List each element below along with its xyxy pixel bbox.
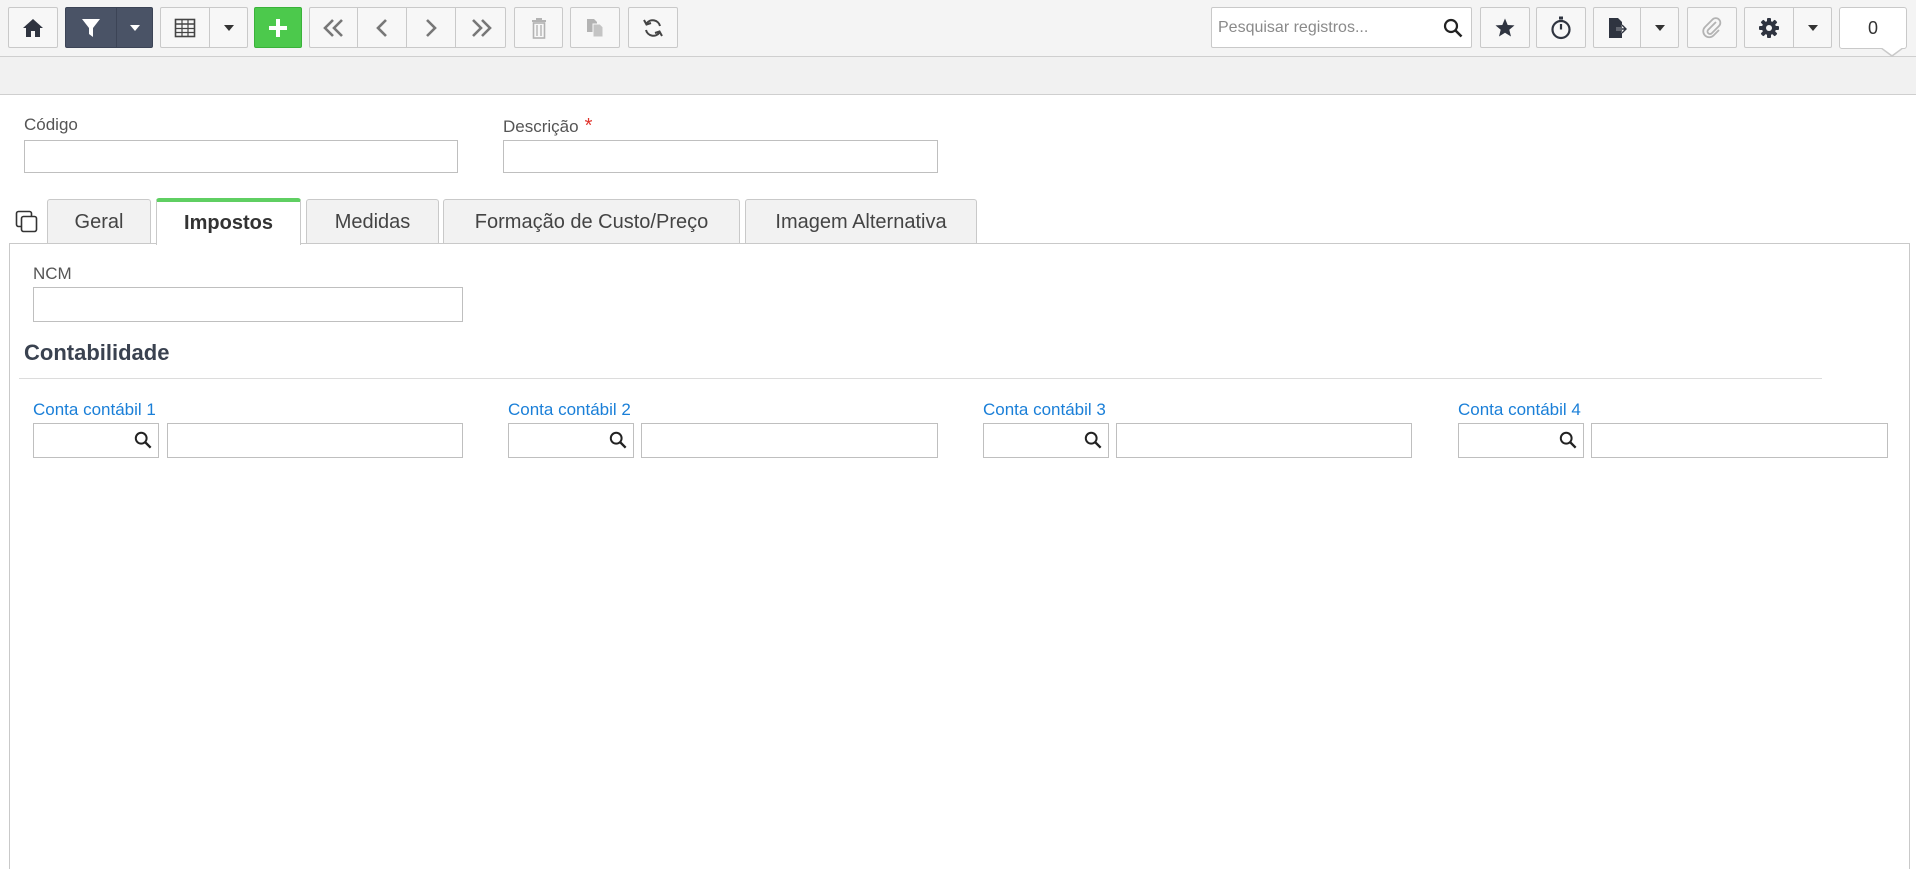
first-record-button[interactable] — [309, 7, 358, 48]
search-icon[interactable] — [609, 431, 627, 454]
filter-icon — [80, 17, 102, 39]
conta-contabil-2-label[interactable]: Conta contábil 2 — [508, 400, 631, 420]
settings-dropdown-button[interactable] — [1794, 7, 1832, 48]
search-icon[interactable] — [1443, 18, 1463, 43]
export-dropdown-button[interactable] — [1641, 7, 1679, 48]
search-icon[interactable] — [134, 431, 152, 454]
search-icon[interactable] — [1559, 431, 1577, 454]
required-marker: * — [584, 115, 593, 137]
search-input[interactable] — [1212, 8, 1437, 47]
gear-icon — [1758, 17, 1780, 39]
tab-impostos[interactable]: Impostos — [156, 198, 301, 245]
caret-down-icon — [223, 24, 235, 32]
tab-geral[interactable]: Geral — [47, 199, 151, 244]
ncm-input[interactable] — [33, 287, 463, 322]
star-icon — [1494, 17, 1516, 39]
double-chevron-left-icon — [322, 18, 346, 38]
export-document-icon — [1606, 17, 1628, 39]
caret-down-icon — [1654, 24, 1666, 32]
filter-button[interactable] — [65, 7, 117, 48]
home-icon — [22, 18, 44, 38]
paperclip-icon — [1701, 16, 1723, 39]
codigo-input[interactable] — [24, 140, 458, 173]
section-title-contabilidade: Contabilidade — [24, 340, 170, 365]
plus-icon — [267, 17, 289, 39]
double-chevron-right-icon — [469, 18, 493, 38]
ncm-label: NCM — [33, 264, 72, 283]
tab-medidas[interactable]: Medidas — [306, 199, 439, 244]
chevron-right-icon — [424, 18, 438, 38]
timer-button[interactable] — [1536, 7, 1586, 48]
table-grid-icon — [174, 18, 196, 38]
search-icon[interactable] — [1084, 431, 1102, 454]
search-box — [1211, 7, 1472, 48]
main-toolbar: 0 — [0, 0, 1916, 57]
export-button[interactable] — [1593, 7, 1641, 48]
conta-contabil-1-description-input[interactable] — [167, 423, 463, 458]
conta-contabil-1-label[interactable]: Conta contábil 1 — [33, 400, 156, 420]
grid-view-dropdown-button[interactable] — [210, 7, 248, 48]
conta-contabil-4-label[interactable]: Conta contábil 4 — [1458, 400, 1581, 420]
delete-record-button[interactable] — [514, 7, 563, 48]
caret-down-icon — [1807, 24, 1819, 32]
chevron-left-icon — [375, 18, 389, 38]
conta-contabil-3-description-input[interactable] — [1116, 423, 1412, 458]
favorite-button[interactable] — [1480, 7, 1530, 48]
refresh-icon — [642, 17, 664, 39]
settings-button[interactable] — [1744, 7, 1794, 48]
notification-counter[interactable]: 0 — [1839, 7, 1907, 49]
descricao-input[interactable] — [503, 140, 938, 173]
counter-pointer — [1880, 47, 1904, 57]
sub-header-bar — [0, 57, 1916, 95]
refresh-button[interactable] — [628, 7, 678, 48]
conta-contabil-4-description-input[interactable] — [1591, 423, 1888, 458]
last-record-button[interactable] — [456, 7, 506, 48]
duplicate-window-icon[interactable] — [15, 210, 39, 239]
descricao-label: Descrição * — [503, 115, 593, 137]
counter-value: 0 — [1867, 17, 1878, 38]
trash-icon — [531, 17, 547, 39]
home-button[interactable] — [8, 7, 58, 48]
add-record-button[interactable] — [254, 7, 302, 48]
copy-icon — [585, 18, 605, 38]
stopwatch-icon — [1550, 16, 1572, 40]
caret-down-icon — [129, 24, 141, 32]
tab-panel-impostos — [9, 243, 1910, 869]
codigo-label: Código — [24, 115, 78, 134]
grid-view-button[interactable] — [160, 7, 210, 48]
tab-formacao-custo-preco[interactable]: Formação de Custo/Preço — [443, 199, 740, 244]
next-record-button[interactable] — [407, 7, 456, 48]
attachments-button[interactable] — [1687, 7, 1737, 48]
previous-record-button[interactable] — [358, 7, 407, 48]
filter-dropdown-button[interactable] — [117, 7, 153, 48]
conta-contabil-3-label[interactable]: Conta contábil 3 — [983, 400, 1106, 420]
conta-contabil-2-description-input[interactable] — [641, 423, 938, 458]
duplicate-record-button[interactable] — [570, 7, 620, 48]
section-divider — [19, 378, 1822, 379]
tab-imagem-alternativa[interactable]: Imagem Alternativa — [745, 199, 977, 244]
